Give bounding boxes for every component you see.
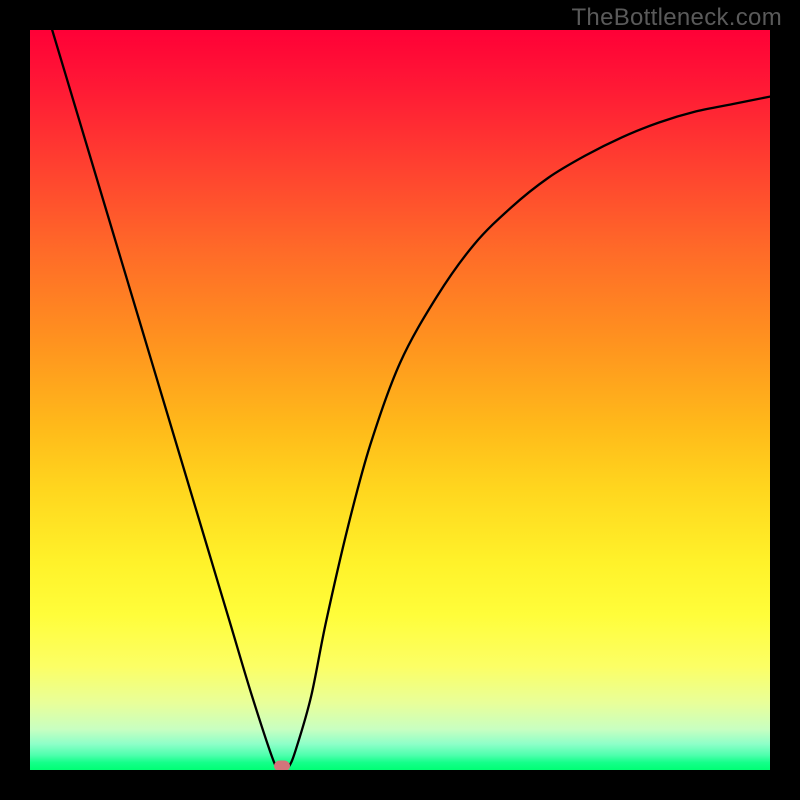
optimal-point-marker	[274, 761, 290, 770]
watermark-text: TheBottleneck.com	[571, 4, 782, 32]
plot-area	[30, 30, 770, 770]
bottleneck-curve	[52, 30, 770, 770]
curve-layer	[30, 30, 770, 770]
chart-frame: TheBottleneck.com	[0, 0, 800, 800]
